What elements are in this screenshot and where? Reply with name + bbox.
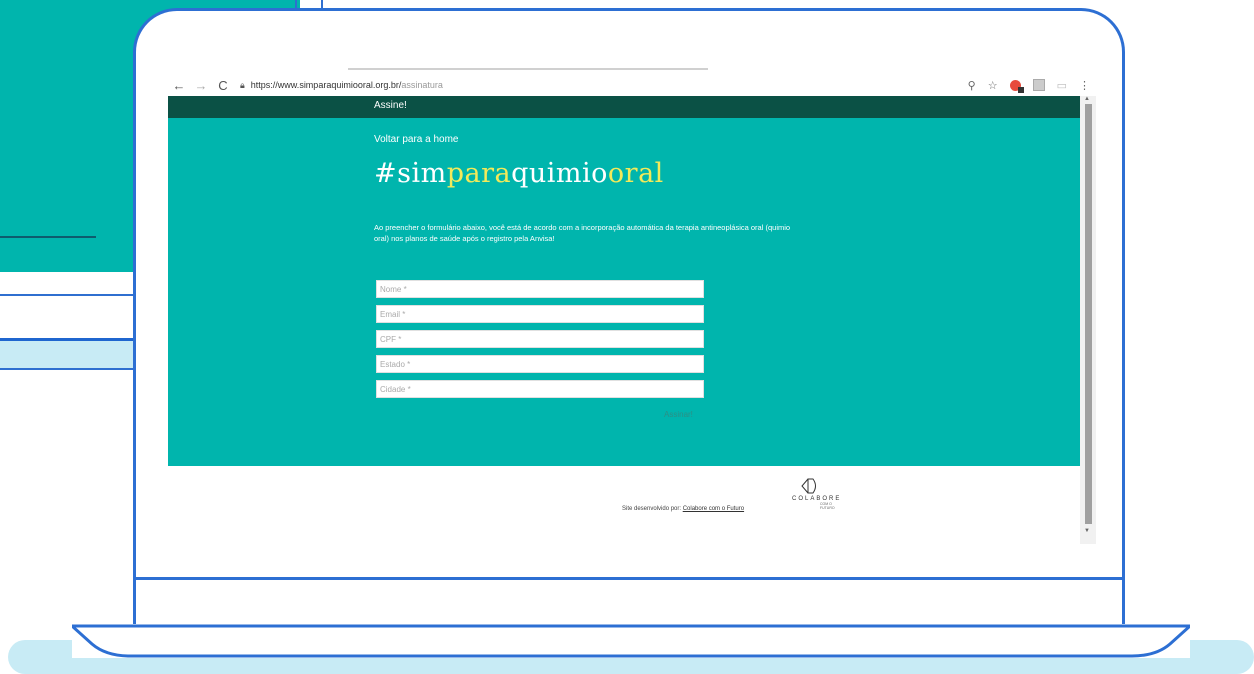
laptop-chin-line — [133, 577, 1125, 580]
toolbar-actions: ⚲ ☆ ▭ ⋮ — [968, 74, 1090, 96]
background-divider — [0, 236, 96, 238]
cpf-field[interactable] — [376, 330, 704, 348]
background-band — [0, 341, 140, 369]
cidade-field[interactable] — [376, 380, 704, 398]
colabore-logo[interactable]: COLABORE COM O FUTURO — [778, 478, 839, 510]
hashtag-part: quimio — [511, 158, 608, 189]
intro-text: Ao preencher o formulário abaixo, você e… — [374, 222, 791, 243]
menu-icon[interactable]: ⋮ — [1079, 79, 1090, 92]
browser-tab-strip — [348, 68, 708, 70]
email-field[interactable] — [376, 305, 704, 323]
hero-section: Voltar para a home #simparaquimiooral Ao… — [168, 118, 1080, 466]
page-title: #simparaquimiooral — [374, 158, 664, 189]
scrollbar[interactable]: ▲ ▼ — [1080, 96, 1096, 544]
scroll-down-icon[interactable]: ▼ — [1084, 528, 1090, 534]
scrollbar-thumb[interactable] — [1085, 104, 1092, 524]
zoom-icon[interactable]: ⚲ — [968, 79, 976, 92]
colabore-logo-mark — [801, 478, 816, 494]
site-nav: Assine! — [168, 96, 1080, 118]
nav-link-assine[interactable]: Assine! — [374, 100, 407, 111]
hashtag-part: #sim — [374, 158, 447, 189]
extension-icon[interactable] — [1009, 79, 1024, 93]
browser-window: ← → C 🔒︎ https://www.simparaquimiooral.o… — [168, 64, 1096, 544]
nome-field[interactable] — [376, 280, 704, 298]
footer-credit-link[interactable]: Colabore com o Futuro — [683, 506, 744, 512]
estado-field[interactable] — [376, 355, 704, 373]
url-path: assinatura — [401, 80, 443, 90]
footer-credit: Site desenvolvido por: Colabore com o Fu… — [622, 506, 744, 512]
address-bar[interactable]: 🔒︎ https://www.simparaquimiooral.org.br/… — [240, 80, 443, 91]
site-footer: Site desenvolvido por: Colabore com o Fu… — [168, 466, 1080, 544]
browser-toolbar: ← → C 🔒︎ https://www.simparaquimiooral.o… — [168, 74, 1096, 96]
hashtag-part: para — [446, 158, 512, 189]
scroll-up-icon[interactable]: ▲ — [1084, 96, 1090, 102]
cast-icon[interactable]: ▭ — [1057, 79, 1067, 92]
footer-credit-prefix: Site desenvolvido por: — [622, 506, 683, 512]
reload-icon[interactable]: C — [212, 75, 234, 95]
forward-arrow-icon[interactable]: → — [190, 75, 212, 95]
submit-button[interactable]: Assinar! — [664, 410, 693, 419]
hashtag-part: oral — [607, 158, 664, 189]
url-main: https://www.simparaquimiooral.org.br/ — [250, 80, 402, 90]
extension-icon[interactable] — [1032, 79, 1045, 91]
signature-form — [376, 280, 706, 405]
background-line — [0, 368, 140, 370]
back-to-home-link[interactable]: Voltar para a home — [374, 134, 459, 145]
laptop-base — [72, 624, 1190, 658]
bookmark-star-icon[interactable]: ☆ — [988, 79, 998, 92]
background-line — [0, 294, 140, 296]
back-arrow-icon[interactable]: ← — [168, 75, 190, 95]
logo-subtitle: COM O FUTURO — [820, 502, 835, 510]
lock-icon: 🔒︎ — [240, 79, 245, 90]
